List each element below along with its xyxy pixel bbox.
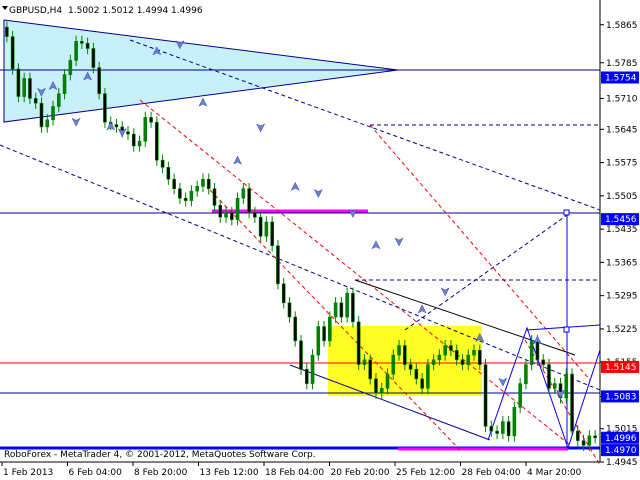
price-tick-label: 1.5295 xyxy=(606,292,638,302)
time-tick-label: 1 Feb 2013 xyxy=(3,468,53,478)
time-tick-label: 13 Feb 12:00 xyxy=(200,468,259,478)
price-tag: 1.4996 xyxy=(601,431,639,444)
price-tag: 1.5754 xyxy=(601,71,639,84)
time-tick-label: 28 Feb 04:00 xyxy=(462,468,521,478)
candle xyxy=(16,63,21,103)
price-tick-label: 1.5710 xyxy=(606,94,638,104)
price-tag-label: 1.4996 xyxy=(605,434,637,444)
price-tick-label: 1.5785 xyxy=(606,59,638,69)
projection-node-b xyxy=(563,326,570,333)
candle xyxy=(356,316,361,371)
candle xyxy=(351,287,355,328)
price-tag: 1.4970 xyxy=(601,444,639,457)
price-tag-label: 1.5754 xyxy=(605,74,637,84)
price-tick-label: 1.5365 xyxy=(606,258,638,268)
price-tick-label: 1.5575 xyxy=(606,159,638,169)
price-tick-label: 1.5505 xyxy=(606,192,638,202)
price-chart[interactable]: 1.5865 1.5785 1.5710 1.5645 1.5575 1.5505 1.54… xyxy=(0,0,640,480)
ohlc-label: 1.5002 1.5012 1.4994 1.4996 xyxy=(68,6,203,16)
price-tick-label: 1.5435 xyxy=(606,225,638,235)
price-tag: 1.5083 xyxy=(601,390,639,403)
symbol-label: GBPUSD,H4 xyxy=(9,6,62,16)
candle xyxy=(155,116,159,166)
price-tick-label: 1.5865 xyxy=(606,21,638,31)
price-tag: 1.5145 xyxy=(601,360,639,373)
candle xyxy=(512,401,517,442)
candle xyxy=(276,240,280,290)
time-tick-label: 20 Feb 20:00 xyxy=(331,468,390,478)
price-tag-label: 1.5456 xyxy=(605,215,637,225)
time-tick-label: 18 Feb 04:00 xyxy=(265,468,324,478)
price-tick-label: 1.5645 xyxy=(606,125,638,135)
candle xyxy=(103,87,107,128)
price-tag-label: 1.5145 xyxy=(605,363,637,373)
time-tick-label: 25 Feb 12:00 xyxy=(396,468,455,478)
price-tag-label: 1.5083 xyxy=(605,392,637,402)
projection-node-a xyxy=(563,209,570,216)
candle xyxy=(310,349,315,390)
candle xyxy=(299,335,303,376)
candle xyxy=(483,358,488,433)
price-tag: 1.5456 xyxy=(601,213,639,226)
chart-header: GBPUSD,H4 1.5002 1.5012 1.4994 1.4996 xyxy=(2,6,203,16)
candle xyxy=(316,320,321,361)
price-tick-label: 1.4945 xyxy=(606,458,638,468)
candle xyxy=(10,30,15,75)
candle xyxy=(570,368,574,437)
time-tick-label: 6 Feb 04:00 xyxy=(69,468,123,478)
candle xyxy=(97,61,101,100)
price-tag-label: 1.4970 xyxy=(605,446,637,456)
time-tick-label: 8 Feb 20:00 xyxy=(134,468,188,478)
time-tick-label: 4 Mar 20:00 xyxy=(527,468,582,478)
price-tick-label: 1.5225 xyxy=(606,325,638,335)
broker-watermark: RoboForex - MetaTrader 4, © 2001-2012, M… xyxy=(4,450,316,460)
